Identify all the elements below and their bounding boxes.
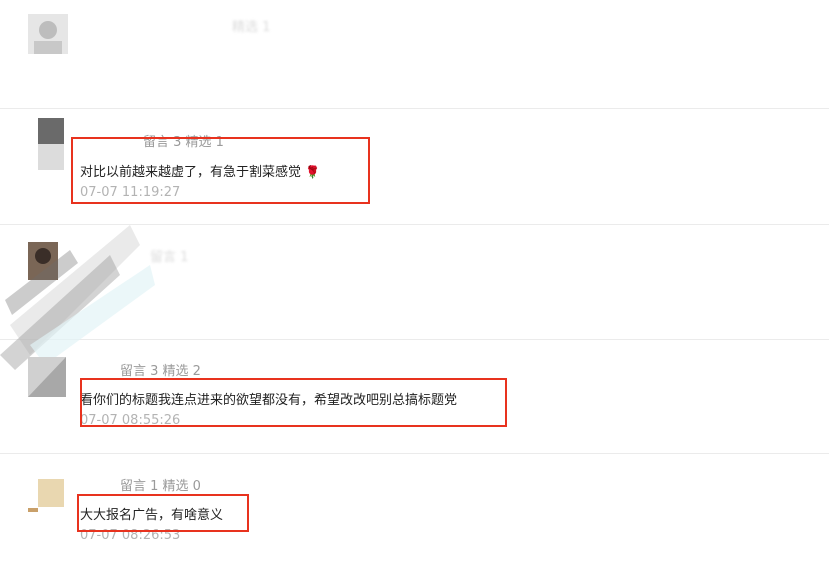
avatar[interactable] (28, 14, 68, 54)
comment-time: 07-07 08:26:53 (80, 528, 181, 543)
comment-time: 07-07 11:19:27 (80, 185, 181, 200)
avatar[interactable] (38, 479, 64, 507)
comment-stats: 精选 1 (232, 20, 271, 35)
comment-text-content: 对比以前越来越虚了，有急于割菜感觉 (80, 165, 302, 180)
comment-text: 大大报名广告，有啥意义 (80, 508, 224, 523)
avatar-accent (28, 508, 38, 512)
rose-icon: 🌹 (305, 165, 321, 179)
comment-item: 留言 1 精选 0 大大报名广告，有啥意义 07-07 08:26:53 (0, 453, 829, 567)
comment-text: 对比以前越来越虚了，有急于割菜感觉 🌹 (80, 161, 320, 180)
comment-time: 07-07 08:55:26 (80, 413, 181, 428)
avatar[interactable] (38, 118, 64, 170)
comment-stats: 留言 3 精选 2 (120, 364, 201, 379)
comment-stats: 留言 3 精选 1 (143, 135, 224, 150)
comment-text: 看你们的标题我连点进来的欲望都没有，希望改改吧别总搞标题党 (80, 393, 458, 408)
avatar[interactable] (28, 357, 66, 397)
comment-item: 精选 1 (0, 0, 829, 109)
comment-item: 留言 3 精选 2 看你们的标题我连点进来的欲望都没有，希望改改吧别总搞标题党 … (0, 339, 829, 454)
comment-stats: 留言 1 精选 0 (120, 479, 201, 494)
